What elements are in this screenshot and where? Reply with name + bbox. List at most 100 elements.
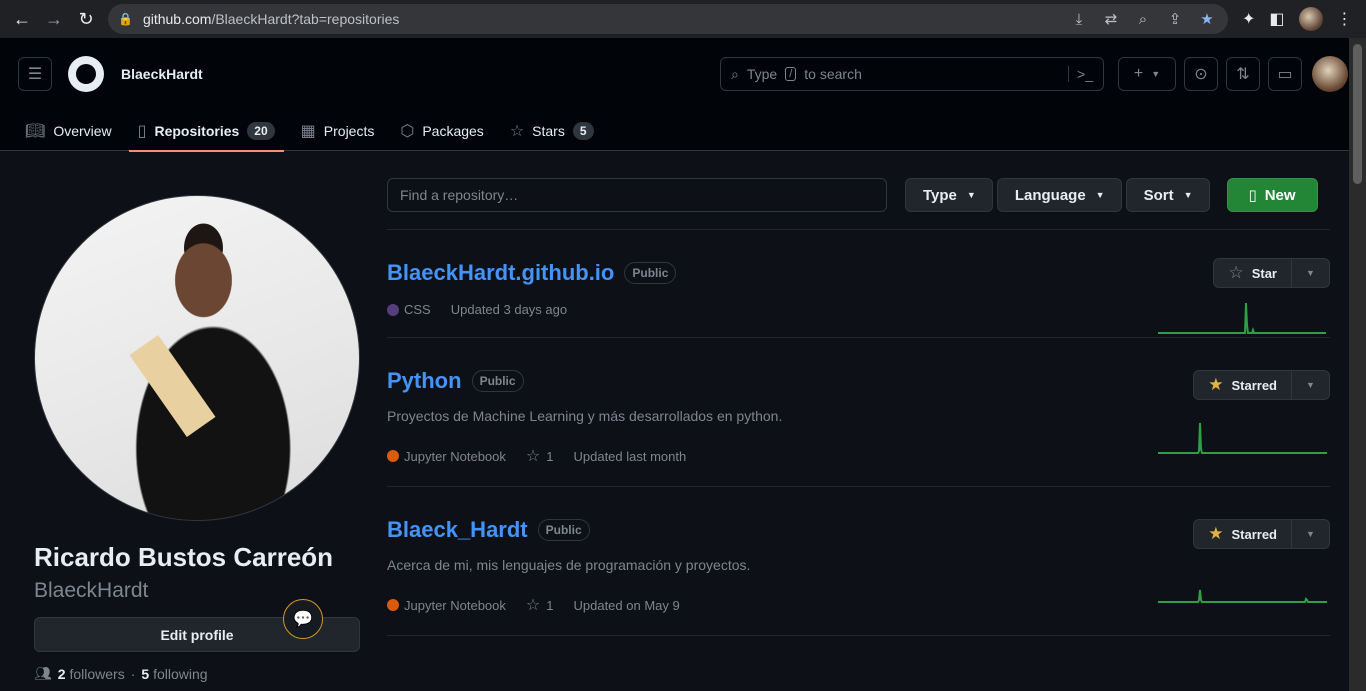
share-icon[interactable]: ⇪ — [1164, 10, 1186, 28]
repo-name-link[interactable]: BlaeckHardt.github.io — [387, 260, 614, 286]
chevron-down-icon: ▼ — [1151, 69, 1161, 79]
profile-avatar[interactable] — [34, 195, 360, 521]
user-avatar[interactable] — [1312, 56, 1348, 92]
command-palette-icon[interactable]: >_ — [1068, 66, 1093, 82]
star-button[interactable]: ☆ Star — [1213, 258, 1292, 288]
star-button-group: ★ Starred ▼ — [1193, 370, 1330, 400]
follow-stats: 👥︎ 2 followers · 5 following — [34, 665, 361, 682]
table-icon: ▦ — [300, 122, 316, 140]
browser-menu-icon[interactable]: ⋮ — [1337, 9, 1353, 29]
activity-line — [1158, 422, 1327, 454]
github-header: ☰ BlaeckHardt ⌕ Type / to search >_ + ▼ ⊙… — [0, 38, 1366, 152]
separator: · — [130, 665, 136, 682]
tab-packages[interactable]: ⬡ Packages — [391, 110, 492, 151]
tab-label: Repositories — [154, 122, 240, 139]
create-new-button[interactable]: + ▼ — [1118, 57, 1176, 91]
language-label: Jupyter Notebook — [404, 597, 506, 613]
unstar-button[interactable]: ★ Starred — [1193, 519, 1292, 549]
following-label: following — [153, 665, 208, 682]
language-color-dot — [387, 303, 399, 316]
sort-label: Sort — [1143, 186, 1174, 204]
star-icon: ☆ — [525, 597, 541, 614]
extensions-icon[interactable]: ✦ — [1242, 9, 1255, 29]
stars-count: 1 — [546, 597, 554, 613]
repo-item: BlaeckHardt.github.io Public CSS Updated… — [387, 230, 1330, 338]
star-button-group: ☆ Star ▼ — [1213, 258, 1330, 288]
tab-label: Packages — [422, 122, 484, 139]
type-filter-button[interactable]: Type ▼ — [905, 178, 993, 212]
tab-repositories[interactable]: ▯ Repositories 20 — [128, 110, 284, 152]
repo-updated: Updated on May 9 — [573, 597, 680, 613]
repo-stars[interactable]: ☆ 1 — [526, 595, 554, 615]
header-actions: + ▼ ⊙ ⇅ ▭ — [1118, 56, 1348, 92]
github-logo-icon[interactable] — [68, 56, 104, 92]
tab-projects[interactable]: ▦ Projects — [292, 110, 384, 151]
search-input[interactable]: ⌕ Type / to search >_ — [720, 57, 1104, 91]
repo-stars[interactable]: ☆ 1 — [526, 446, 554, 466]
sort-filter-button[interactable]: Sort ▼ — [1125, 178, 1210, 212]
following-link[interactable]: 5 following — [141, 666, 207, 682]
star-icon: ★ — [1208, 524, 1224, 543]
language-label: Jupyter Notebook — [404, 448, 506, 464]
issues-icon[interactable]: ⊙ — [1184, 57, 1218, 91]
repo-language: Jupyter Notebook — [387, 449, 506, 464]
activity-line — [1158, 302, 1326, 334]
repo-list: BlaeckHardt.github.io Public CSS Updated… — [387, 230, 1330, 636]
forward-icon[interactable]: → — [40, 5, 68, 33]
zoom-icon[interactable]: ⌕ — [1132, 11, 1154, 28]
language-filter-button[interactable]: Language ▼ — [996, 178, 1122, 212]
star-list-dropdown[interactable]: ▼ — [1292, 370, 1330, 400]
followers-link[interactable]: 2 followers — [58, 666, 125, 682]
reload-icon[interactable]: ↻ — [72, 5, 100, 33]
tab-label: Stars — [532, 122, 565, 139]
page-scrollbar[interactable] — [1349, 38, 1366, 691]
star-icon: ☆ — [1228, 263, 1244, 282]
chevron-down-icon: ▼ — [1306, 529, 1315, 539]
translate-icon[interactable]: ⇄ — [1100, 10, 1122, 28]
pull-requests-icon[interactable]: ⇅ — [1226, 57, 1260, 91]
repo-item: Python Public Proyectos de Machine Learn… — [387, 338, 1330, 487]
url-host: github.com — [142, 11, 212, 27]
url-text[interactable]: github.com/BlaeckHardt?tab=repositories — [143, 11, 1058, 27]
repo-name-link[interactable]: Python — [387, 368, 462, 394]
followers-count: 2 — [57, 665, 66, 682]
side-panel-icon[interactable]: ◧ — [1269, 9, 1284, 29]
plus-icon: + — [1133, 65, 1144, 82]
star-list-dropdown[interactable]: ▼ — [1292, 519, 1330, 549]
search-placeholder-post: to search — [804, 66, 862, 82]
find-repository-input[interactable] — [387, 178, 887, 212]
back-icon[interactable]: ← — [8, 5, 36, 33]
hamburger-menu-icon[interactable]: ☰ — [18, 57, 52, 91]
visibility-badge: Public — [471, 370, 524, 392]
inbox-icon[interactable]: ▭ — [1268, 57, 1302, 91]
profile-tabs: 📖︎ Overview ▯ Repositories 20 ▦ Projects ⬡ Pa… — [0, 110, 1366, 152]
bookmark-star-icon[interactable]: ★ — [1196, 10, 1218, 28]
star-list-dropdown[interactable]: ▼ — [1292, 258, 1330, 288]
browser-profile-avatar[interactable] — [1298, 7, 1323, 31]
scrollbar-thumb[interactable] — [1353, 44, 1362, 184]
repo-item: Blaeck_Hardt Public Acerca de mi, mis le… — [387, 487, 1330, 636]
activity-sparkline — [1158, 302, 1326, 334]
repo-language: CSS — [387, 302, 431, 317]
caret-down-icon: ▼ — [966, 190, 976, 200]
unstar-button[interactable]: ★ Starred — [1193, 370, 1292, 400]
profile-login: BlaeckHardt — [34, 579, 149, 602]
address-bar[interactable]: 🔒 github.com/BlaeckHardt?tab=repositorie… — [108, 4, 1228, 34]
tab-overview[interactable]: 📖︎ Overview — [16, 110, 121, 151]
new-repository-button[interactable]: ▯ New — [1226, 178, 1318, 212]
tab-label: Projects — [323, 122, 375, 139]
install-icon[interactable]: ⤓ — [1068, 11, 1090, 28]
followers-label: followers — [69, 665, 125, 682]
stars-count: 1 — [546, 448, 554, 464]
repo-name-link[interactable]: Blaeck_Hardt — [387, 517, 528, 543]
language-color-dot — [387, 450, 399, 462]
header-username[interactable]: BlaeckHardt — [121, 66, 203, 82]
header-top: ☰ BlaeckHardt ⌕ Type / to search >_ + ▼ ⊙… — [0, 38, 1366, 110]
caret-down-icon: ▼ — [1095, 190, 1105, 200]
language-color-dot — [387, 599, 399, 611]
status-emoji-icon[interactable]: 💬 — [283, 599, 323, 639]
tab-stars[interactable]: ☆ Stars 5 — [501, 110, 603, 151]
repositories-panel: Type ▼ Language ▼ Sort ▼ ▯ New BlaeckHardt.g… — [387, 151, 1330, 682]
type-label: Type — [923, 186, 957, 204]
language-label: CSS — [404, 302, 431, 317]
